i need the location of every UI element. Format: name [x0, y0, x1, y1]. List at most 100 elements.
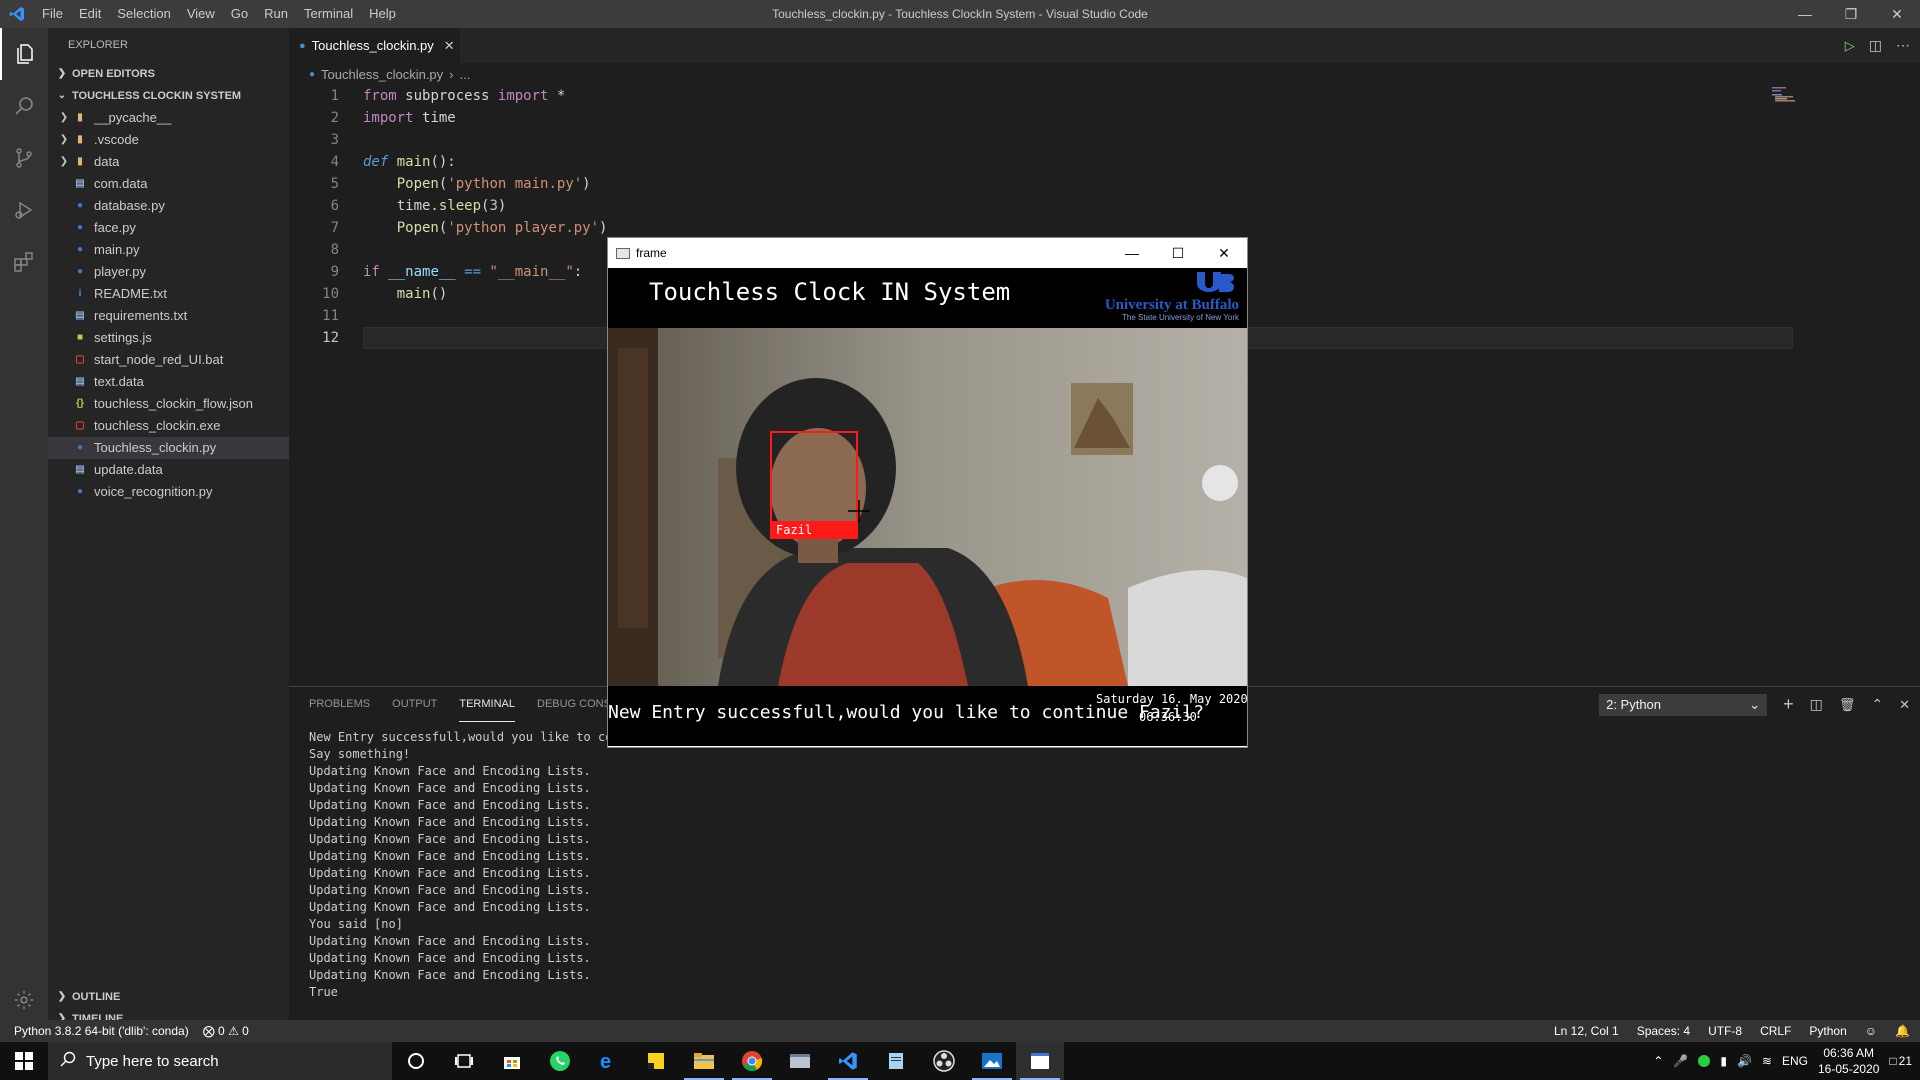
photos-icon[interactable] — [968, 1042, 1016, 1080]
battery-icon[interactable]: ▮ — [1720, 1054, 1727, 1068]
minimap[interactable] — [1770, 85, 1860, 109]
tree-file[interactable]: ▤ requirements.txt — [48, 305, 289, 327]
tree-file[interactable]: ▤ text.data — [48, 371, 289, 393]
tree-file[interactable]: {} touchless_clockin_flow.json — [48, 393, 289, 415]
store-icon[interactable] — [488, 1042, 536, 1080]
tree-folder[interactable]: ❯ ▮ data — [48, 151, 289, 173]
tree-file[interactable]: ● main.py — [48, 239, 289, 261]
restore-icon[interactable]: ❐ — [1828, 0, 1874, 28]
frame-maximize-icon[interactable]: ☐ — [1155, 238, 1201, 268]
notification-center[interactable]: □ 21 — [1889, 1054, 1912, 1068]
cursor-position[interactable]: Ln 12, Col 1 — [1554, 1024, 1619, 1038]
menu-selection[interactable]: Selection — [109, 0, 178, 28]
tree-file[interactable]: ▢ touchless_clockin.exe — [48, 415, 289, 437]
chrome-icon[interactable] — [728, 1042, 776, 1080]
python-interpreter[interactable]: Python 3.8.2 64-bit ('dlib': conda) — [14, 1024, 189, 1038]
tree-file[interactable]: ▤ update.data — [48, 459, 289, 481]
breadcrumb-more[interactable]: ... — [460, 67, 471, 82]
extensions-icon[interactable] — [0, 236, 48, 288]
maximize-panel-icon[interactable]: ⌃ — [1871, 696, 1883, 713]
taskbar-search[interactable]: Type here to search — [48, 1042, 392, 1080]
language-indicator[interactable]: ENG — [1782, 1054, 1808, 1068]
terminal-line: Updating Known Face and Encoding Lists. — [309, 883, 591, 897]
close-panel-icon[interactable]: ✕ — [1899, 697, 1910, 713]
ub-logo: University at Buffalo The State Universi… — [1105, 272, 1239, 323]
terminal-output[interactable]: New Entry successfull,would you like to … — [289, 722, 1920, 1001]
task-view-icon[interactable] — [440, 1042, 488, 1080]
search-icon[interactable] — [0, 80, 48, 132]
tree-file[interactable]: ● player.py — [48, 261, 289, 283]
minimize-icon[interactable]: — — [1782, 0, 1828, 28]
bell-icon[interactable]: 🔔 — [1895, 1024, 1910, 1038]
edge-icon[interactable]: e — [584, 1042, 632, 1080]
info-icon: i — [78, 288, 82, 299]
tab-close-icon[interactable]: ✕ — [444, 38, 455, 54]
menu-go[interactable]: Go — [223, 0, 256, 28]
menu-run[interactable]: Run — [256, 0, 296, 28]
tree-file[interactable]: ● Touchless_clockin.py — [48, 437, 289, 459]
frame-window[interactable]: frame — ☐ ✕ Touchless Clock IN System Un… — [607, 237, 1248, 748]
settings-gear-icon[interactable] — [0, 980, 48, 1020]
split-terminal-icon[interactable]: ◫ — [1810, 696, 1823, 713]
trash-icon[interactable]: 🗑 — [1839, 697, 1856, 713]
outline-section[interactable]: ❯ OUTLINE — [48, 986, 289, 1008]
explorer-icon[interactable] — [0, 28, 48, 80]
volume-icon[interactable]: 🔊 — [1737, 1054, 1752, 1068]
open-editors-section[interactable]: ❯ OPEN EDITORS — [48, 63, 289, 85]
sticky-notes-icon[interactable] — [632, 1042, 680, 1080]
split-editor-icon[interactable]: ◫ — [1869, 37, 1882, 54]
tab-terminal[interactable]: TERMINAL — [459, 687, 515, 722]
tab-touchless-clockin[interactable]: ● Touchless_clockin.py ✕ — [289, 28, 460, 63]
frame-minimize-icon[interactable]: — — [1109, 238, 1155, 268]
vscode-taskbar-icon[interactable] — [824, 1042, 872, 1080]
tree-file[interactable]: ▢ start_node_red_UI.bat — [48, 349, 289, 371]
menu-view[interactable]: View — [179, 0, 223, 28]
language-mode[interactable]: Python — [1809, 1024, 1846, 1038]
python-icon: ● — [76, 486, 84, 497]
new-terminal-icon[interactable]: + — [1783, 694, 1794, 715]
menu-edit[interactable]: Edit — [71, 0, 109, 28]
tree-file[interactable]: i README.txt — [48, 283, 289, 305]
breadcrumb-file[interactable]: Touchless_clockin.py — [321, 67, 443, 82]
indentation[interactable]: Spaces: 4 — [1637, 1024, 1690, 1038]
run-file-icon[interactable]: ▷ — [1845, 38, 1855, 54]
windows-start-icon[interactable] — [0, 1042, 48, 1080]
project-section[interactable]: ⌄ TOUCHLESS CLOCKIN SYSTEM — [48, 85, 289, 107]
frame-titlebar[interactable]: frame — ☐ ✕ — [608, 238, 1247, 268]
frame-close-icon[interactable]: ✕ — [1201, 238, 1247, 268]
tab-problems[interactable]: PROBLEMS — [309, 687, 370, 722]
clock[interactable]: 06:36 AM 16-05-2020 — [1818, 1045, 1879, 1077]
obs-icon[interactable] — [920, 1042, 968, 1080]
run-debug-icon[interactable] — [0, 184, 48, 236]
frame-window-taskbar-icon[interactable] — [1016, 1042, 1064, 1080]
green-app-icon[interactable] — [1698, 1055, 1711, 1067]
tree-file[interactable]: ● face.py — [48, 217, 289, 239]
chevron-up-icon[interactable]: ⌃ — [1653, 1054, 1663, 1068]
tree-folder[interactable]: ❯ ▮ __pycache__ — [48, 107, 289, 129]
wifi-icon[interactable]: ≋ — [1762, 1054, 1772, 1068]
tree-file[interactable]: ● database.py — [48, 195, 289, 217]
terminal-select[interactable]: 2: Python ⌄ — [1599, 693, 1768, 716]
menu-terminal[interactable]: Terminal — [296, 0, 361, 28]
menu-bar: File Edit Selection View Go Run Terminal… — [34, 0, 404, 28]
file-explorer-icon[interactable] — [680, 1042, 728, 1080]
source-control-icon[interactable] — [0, 132, 48, 184]
whatsapp-icon[interactable] — [536, 1042, 584, 1080]
tree-file[interactable]: ■ settings.js — [48, 327, 289, 349]
close-icon[interactable]: ✕ — [1874, 0, 1920, 28]
tree-file[interactable]: ● voice_recognition.py — [48, 481, 289, 503]
tab-output[interactable]: OUTPUT — [392, 687, 437, 722]
problems-indicator[interactable]: ⨂ 0 ⚠ 0 — [203, 1024, 249, 1038]
tree-folder[interactable]: ❯ ▮ .vscode — [48, 129, 289, 151]
menu-help[interactable]: Help — [361, 0, 404, 28]
notepad-icon[interactable] — [872, 1042, 920, 1080]
app-window-icon[interactable] — [776, 1042, 824, 1080]
file-encoding[interactable]: UTF-8 — [1708, 1024, 1742, 1038]
line-ending[interactable]: CRLF — [1760, 1024, 1791, 1038]
microphone-icon[interactable]: 🎤 — [1673, 1054, 1688, 1068]
menu-file[interactable]: File — [34, 0, 71, 28]
more-actions-icon[interactable]: ⋯ — [1896, 37, 1910, 54]
cortana-icon[interactable] — [392, 1042, 440, 1080]
tree-file[interactable]: ▤ com.data — [48, 173, 289, 195]
feedback-icon[interactable]: ☺ — [1865, 1024, 1877, 1038]
